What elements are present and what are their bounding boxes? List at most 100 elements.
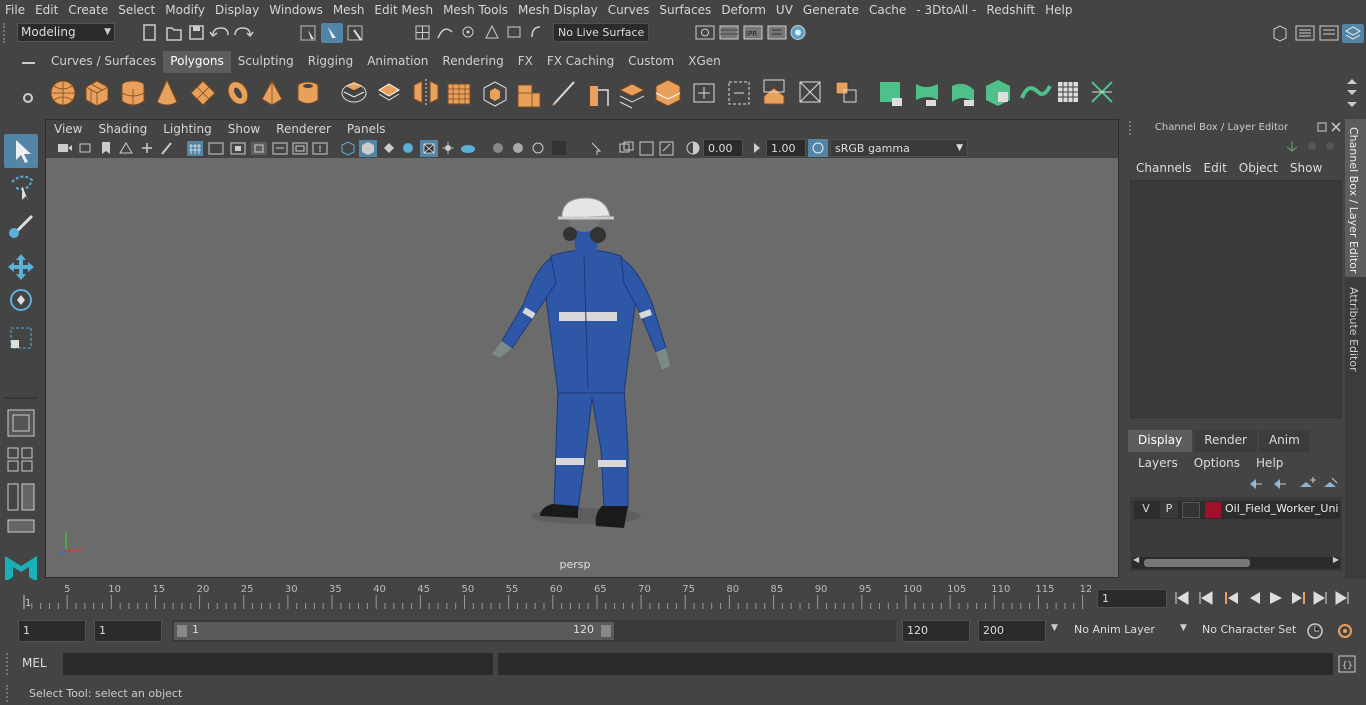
shelf-settings-gear-icon[interactable] bbox=[23, 93, 33, 103]
layer-playback-toggle[interactable]: P bbox=[1160, 502, 1178, 518]
poly-plane-icon[interactable] bbox=[190, 80, 216, 106]
animation-end-field[interactable]: 200 bbox=[978, 620, 1046, 642]
redo-icon[interactable] bbox=[234, 27, 254, 38]
menu-deform[interactable]: Deform bbox=[716, 3, 771, 17]
menu-cache[interactable]: Cache bbox=[864, 3, 911, 17]
fill-hole-icon[interactable] bbox=[693, 83, 715, 103]
mel-language-toggle[interactable]: MEL bbox=[22, 656, 47, 670]
move-tool-icon[interactable] bbox=[8, 254, 34, 280]
mirror-icon[interactable] bbox=[413, 79, 439, 107]
lasso-tool-icon[interactable] bbox=[11, 175, 34, 202]
menu-mesh-display[interactable]: Mesh Display bbox=[513, 3, 603, 17]
menu-create[interactable]: Create bbox=[63, 3, 113, 17]
layer-tab-anim[interactable]: Anim bbox=[1258, 430, 1310, 452]
shelf-menu-icon[interactable] bbox=[1347, 102, 1357, 107]
outliner-layout-icon[interactable] bbox=[7, 483, 35, 511]
tab-channel-box[interactable]: Channel Box / Layer Editor bbox=[1345, 119, 1366, 277]
playback-start-field[interactable]: 1 bbox=[94, 620, 162, 642]
shelf-scroll-up-icon[interactable] bbox=[1347, 79, 1357, 84]
camera-attributes-icon[interactable] bbox=[79, 143, 91, 153]
live-surface-field[interactable]: No Live Surface bbox=[553, 23, 649, 42]
layer-hscrollbar[interactable]: ◀ ▶ bbox=[1132, 555, 1340, 569]
status-line-grip[interactable] bbox=[3, 23, 11, 43]
menu-mesh-tools[interactable]: Mesh Tools bbox=[438, 3, 513, 17]
modeling-toolkit-icon[interactable] bbox=[1295, 25, 1315, 41]
snap-view-plane-icon[interactable] bbox=[507, 26, 521, 38]
help-line-grip[interactable] bbox=[6, 685, 14, 702]
select-by-hierarchy-icon[interactable] bbox=[300, 25, 316, 41]
layer-row[interactable]: V P Oil_Field_Worker_Unif bbox=[1134, 501, 1340, 519]
safe-action-icon[interactable] bbox=[292, 142, 308, 155]
menu-help[interactable]: Help bbox=[1040, 3, 1077, 17]
viewport-menu-renderer[interactable]: Renderer bbox=[268, 122, 339, 136]
gamma-field[interactable]: 1.00 bbox=[766, 139, 806, 157]
move-layer-up-icon[interactable] bbox=[1250, 479, 1262, 489]
select-tool-icon[interactable] bbox=[4, 134, 38, 168]
high-quality-icon[interactable] bbox=[591, 142, 602, 155]
ambient-occlusion-icon[interactable] bbox=[461, 145, 475, 153]
step-forward-frame-icon[interactable] bbox=[1292, 592, 1305, 604]
range-end-grip[interactable] bbox=[601, 625, 611, 637]
playback-end-field[interactable]: 120 bbox=[902, 620, 970, 642]
collapse-icon[interactable] bbox=[799, 81, 821, 103]
combine-icon[interactable] bbox=[341, 80, 367, 103]
shelf-tab-animation[interactable]: Animation bbox=[360, 51, 435, 73]
layer-menu-help[interactable]: Help bbox=[1248, 456, 1291, 470]
go-to-start-icon[interactable] bbox=[1175, 591, 1189, 605]
shelf-tab-fx-caching[interactable]: FX Caching bbox=[540, 51, 621, 73]
poly-cylinder-icon[interactable] bbox=[121, 80, 145, 107]
layer-menu-layers[interactable]: Layers bbox=[1130, 456, 1186, 470]
new-scene-icon[interactable] bbox=[143, 24, 156, 41]
depth-of-field-icon[interactable] bbox=[659, 141, 674, 156]
channel-box-toggle-icon[interactable] bbox=[1342, 24, 1364, 43]
two-d-pan-zoom-icon[interactable] bbox=[142, 143, 152, 153]
shelf-tab-polygons[interactable]: Polygons bbox=[163, 51, 231, 73]
channel-menu-object[interactable]: Object bbox=[1233, 161, 1284, 175]
poly-pipe-icon[interactable] bbox=[297, 81, 319, 104]
range-slider-track[interactable]: 1 120 bbox=[172, 620, 896, 642]
isolate-select-icon[interactable] bbox=[493, 143, 503, 153]
sync-icon[interactable] bbox=[1308, 142, 1316, 150]
tab-attribute-editor[interactable]: Attribute Editor bbox=[1345, 281, 1366, 373]
unfold-uv-icon[interactable] bbox=[1020, 85, 1052, 99]
character-model[interactable] bbox=[46, 158, 1118, 577]
shelf-scroll-down-icon[interactable] bbox=[1347, 90, 1357, 95]
bevel-icon[interactable] bbox=[517, 84, 541, 108]
viewport-menu-lighting[interactable]: Lighting bbox=[155, 122, 220, 136]
speed-icon[interactable] bbox=[1326, 142, 1334, 150]
bridge-icon[interactable] bbox=[590, 86, 609, 106]
smooth-shade-icon[interactable] bbox=[359, 140, 377, 157]
scroll-right-icon[interactable]: ▶ bbox=[1333, 555, 1339, 564]
paint-select-tool-icon[interactable] bbox=[9, 214, 34, 238]
snap-curve-icon[interactable] bbox=[437, 28, 453, 39]
layer-type-toggle[interactable] bbox=[1182, 502, 1200, 518]
menu-surfaces[interactable]: Surfaces bbox=[654, 3, 716, 17]
menu-select[interactable]: Select bbox=[113, 3, 160, 17]
boolean-icon[interactable] bbox=[835, 81, 857, 103]
current-frame-field[interactable]: 1 bbox=[1097, 589, 1167, 608]
render-view-icon[interactable] bbox=[695, 25, 715, 40]
exposure-field[interactable]: 0.00 bbox=[703, 139, 743, 157]
layer-visibility-toggle[interactable]: V bbox=[1137, 502, 1155, 518]
go-to-end-icon[interactable] bbox=[1335, 591, 1349, 605]
range-slider-handle[interactable]: 1 120 bbox=[174, 622, 614, 640]
spherical-mapping-icon[interactable] bbox=[952, 83, 974, 106]
select-camera-icon[interactable] bbox=[58, 144, 72, 152]
shelf-tab-xgen[interactable]: XGen bbox=[681, 51, 728, 73]
wireframe-icon[interactable] bbox=[341, 141, 355, 156]
manipulator-icon[interactable] bbox=[1286, 141, 1298, 152]
current-time-marker[interactable] bbox=[23, 595, 25, 609]
channel-menu-edit[interactable]: Edit bbox=[1198, 161, 1233, 175]
shelf-tab-rendering[interactable]: Rendering bbox=[435, 51, 510, 73]
shelf-tab-rigging[interactable]: Rigging bbox=[301, 51, 360, 73]
use-all-lights-icon[interactable] bbox=[420, 140, 438, 157]
menu-windows[interactable]: Windows bbox=[264, 3, 328, 17]
anim-layer-dropdown[interactable]: No Anim Layer bbox=[1068, 620, 1178, 642]
shelf-tab-custom[interactable]: Custom bbox=[621, 51, 681, 73]
layer-color-swatch[interactable] bbox=[1205, 502, 1221, 518]
select-by-component-icon[interactable] bbox=[347, 25, 363, 41]
layer-hscroll-thumb[interactable] bbox=[1144, 559, 1250, 567]
channel-list[interactable] bbox=[1130, 180, 1342, 418]
menu-uv[interactable]: UV bbox=[771, 3, 798, 17]
multi-cut-icon[interactable] bbox=[552, 81, 575, 106]
